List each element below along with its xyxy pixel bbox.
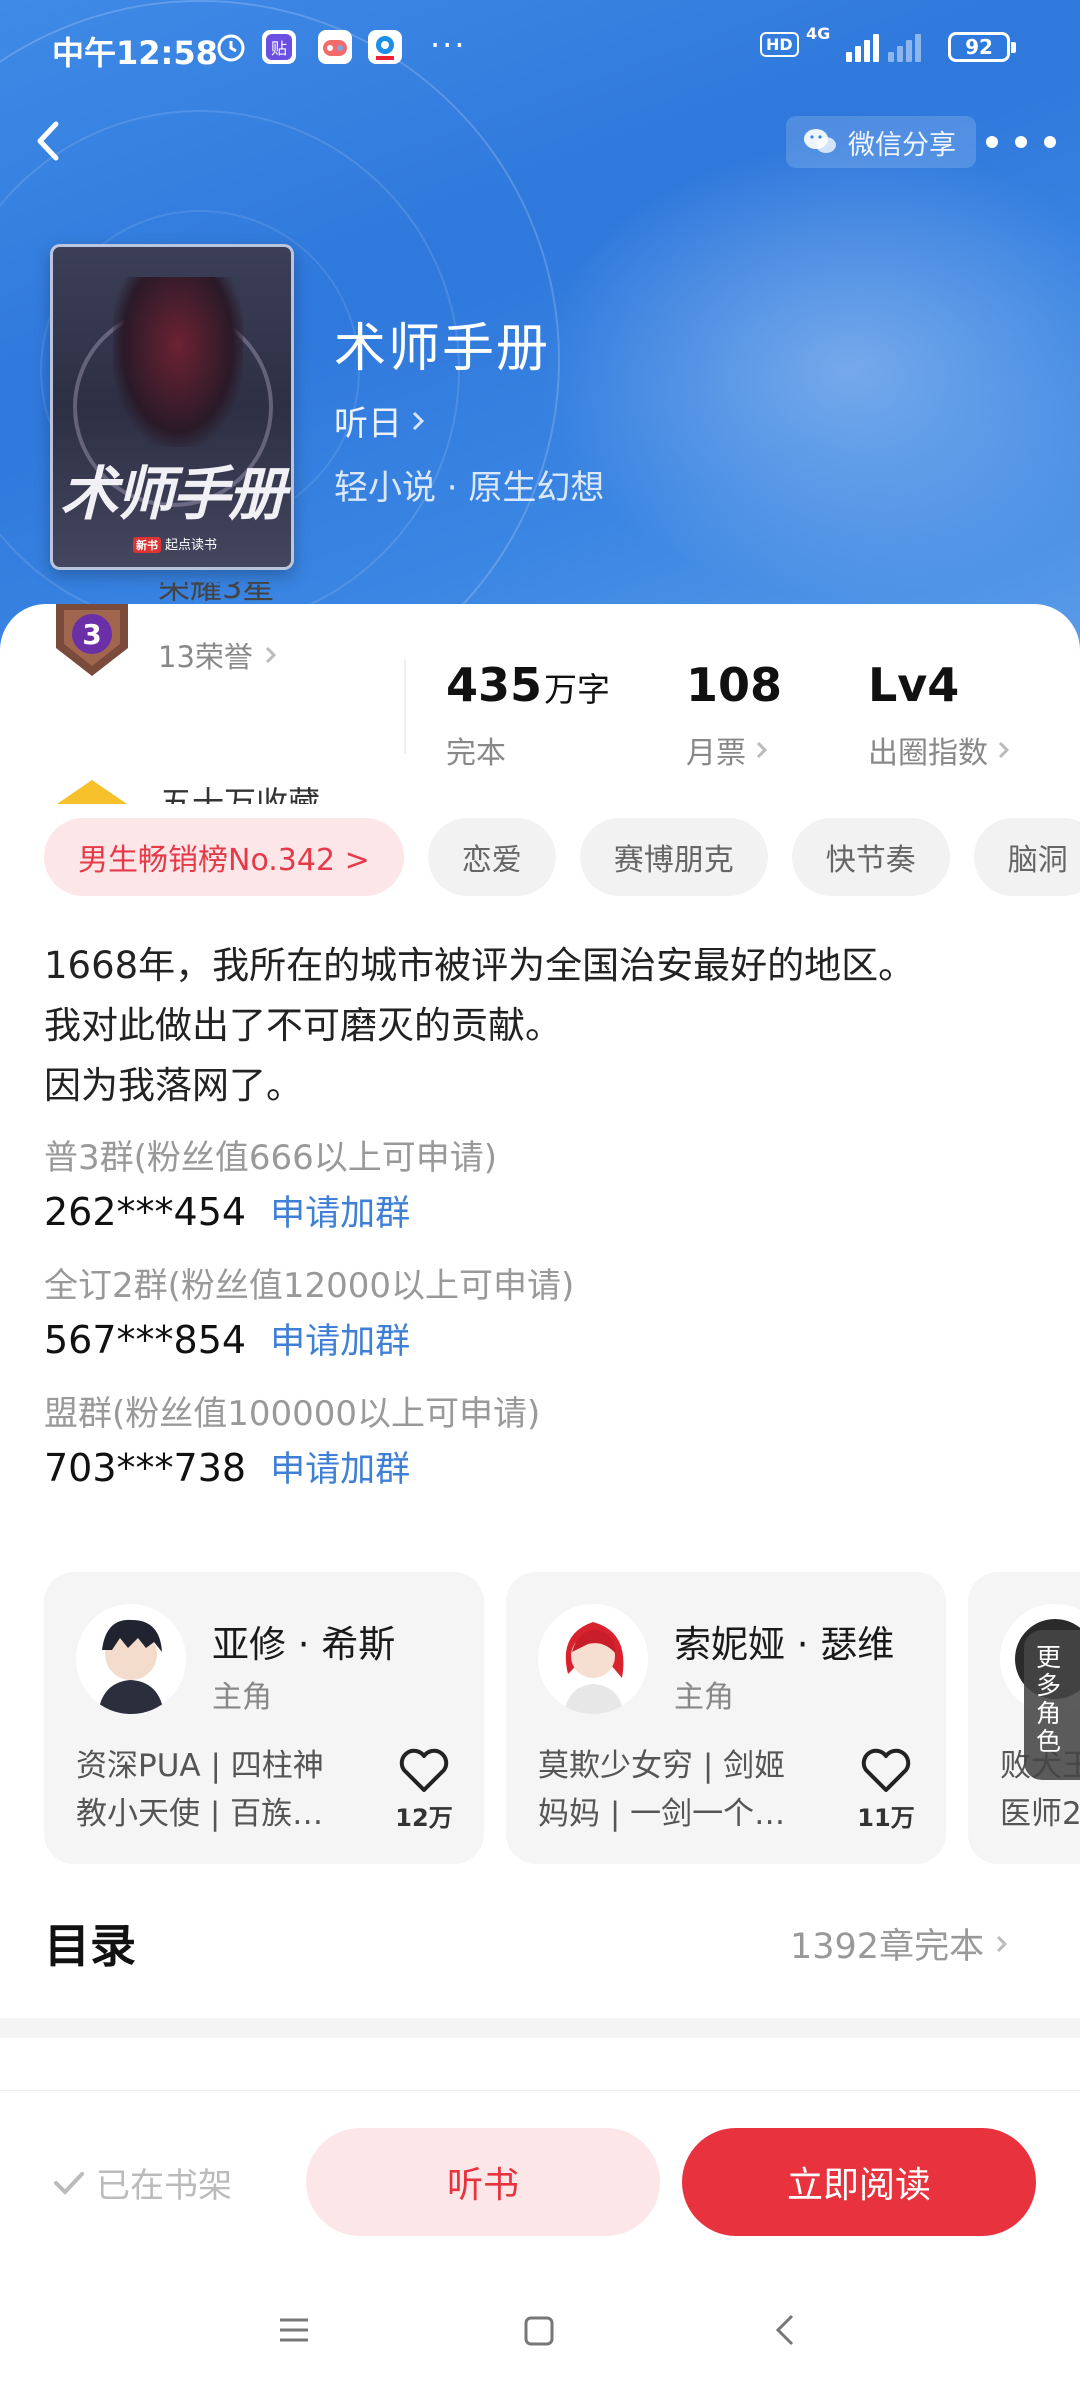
fan-group-3: 盟群(粉丝值100000以上可申请) 703***738 申请加群: [44, 1386, 540, 1492]
qq-notification-icon: [368, 30, 402, 64]
character-likes: 12万: [395, 1804, 453, 1832]
app-notification-icon: 贴: [262, 30, 296, 64]
honor-level: 3: [82, 618, 101, 651]
book-genre: 轻小说 · 原生幻想: [334, 468, 605, 508]
menu-icon[interactable]: [274, 2310, 314, 2350]
more-options-button[interactable]: [986, 120, 1056, 164]
description-line: 因为我落网了。: [44, 1064, 303, 1107]
back-arrow-icon: [37, 121, 59, 161]
signal-2-icon: [888, 34, 924, 62]
apply-join-link[interactable]: 申请加群: [270, 1313, 410, 1364]
apply-join-link[interactable]: 申请加群: [270, 1441, 410, 1492]
book-cover[interactable]: 术师手册 新书 起点读书: [50, 244, 294, 570]
section-separator: [0, 2018, 1080, 2038]
description-line: 1668年，我所在的城市被评为全国治安最好的地区。: [44, 944, 916, 987]
catalog-link[interactable]: 1392章完本: [790, 1918, 1010, 1969]
stat-monthly-tickets[interactable]: 108 月票: [686, 658, 782, 772]
author-link[interactable]: 听日: [334, 396, 428, 445]
system-navigation-bar: [0, 2300, 1080, 2360]
honor-count-link[interactable]: 13荣誉: [158, 634, 279, 676]
chevron-right-icon: [997, 1935, 1008, 1952]
more-dot-icon: [1015, 136, 1027, 148]
cover-title: 术师手册: [59, 460, 286, 528]
favorites-crown-icon: [48, 780, 136, 804]
network-type: 4G: [806, 24, 831, 43]
group-number: 262***454: [44, 1190, 247, 1234]
character-role: 主角: [674, 1680, 734, 1715]
more-roles-button[interactable]: 更多角色: [1024, 1630, 1080, 1780]
tag-cyberpunk[interactable]: 赛博朋克: [579, 818, 768, 896]
group-number: 567***854: [44, 1318, 247, 1362]
back-button[interactable]: [22, 106, 72, 176]
book-description[interactable]: 1668年，我所在的城市被评为全国治安最好的地区。 我对此做出了不可磨灭的贡献。…: [44, 936, 1044, 1116]
character-name: 索妮娅 · 瑟维: [674, 1623, 895, 1666]
tag-rank[interactable]: 男生畅销榜No.342 >: [44, 818, 404, 896]
tag-row: 男生畅销榜No.342 > 恋爱 赛博朋克 快节奏 脑洞: [44, 818, 1080, 898]
catalog-title: 目录: [44, 1919, 136, 1973]
status-time: 中午12:58: [52, 34, 218, 72]
honor-medal-icon: 3: [56, 604, 128, 676]
character-avatar: [76, 1604, 186, 1714]
cover-badge: 新书 起点读书: [133, 534, 217, 553]
group-number: 703***738: [44, 1446, 247, 1490]
signal-icon: [846, 34, 882, 62]
group-label: 盟群(粉丝值100000以上可申请): [44, 1394, 541, 1434]
character-bio: 莫欺少女穷 | 剑姬 妈妈 | 一剑一个…: [538, 1748, 786, 1832]
battery-indicator: 92: [948, 32, 1016, 62]
back-nav-icon[interactable]: [766, 2310, 806, 2350]
wechat-share-button[interactable]: 微信分享: [786, 116, 976, 168]
honor-title: 荣耀3星: [158, 582, 275, 606]
character-bio: 资深PUA | 四柱神 教小天使 | 百族…: [76, 1748, 324, 1832]
chevron-right-icon: [265, 646, 277, 664]
stat-word-count: 435万字 完本: [446, 658, 611, 771]
svg-text:贴: 贴: [271, 39, 287, 58]
tag-fast-paced[interactable]: 快节奏: [791, 818, 950, 896]
tag-brainstorm[interactable]: 脑洞: [973, 818, 1080, 896]
read-now-button[interactable]: 立即阅读: [682, 2128, 1036, 2236]
game-notification-icon: [318, 30, 352, 64]
character-name: 亚修 · 希斯: [212, 1623, 396, 1666]
character-likes: 11万: [857, 1804, 915, 1832]
on-shelf-indicator: 已在书架: [52, 2158, 232, 2207]
status-bar: 中午12:58 贴 ··· HD 4G 92: [0, 0, 1080, 96]
heart-icon[interactable]: [858, 1744, 914, 1796]
hd-icon: HD: [760, 32, 799, 57]
share-label: 微信分享: [848, 129, 956, 161]
fan-group-1: 普3群(粉丝值666以上可申请) 262***454 申请加群: [44, 1130, 497, 1236]
character-card[interactable]: 亚修 · 希斯 主角 资深PUA | 四柱神 教小天使 | 百族… 12万: [44, 1572, 484, 1864]
description-line: 我对此做出了不可磨灭的贡献。: [44, 1004, 562, 1047]
group-label: 普3群(粉丝值666以上可申请): [44, 1138, 498, 1178]
author-name: 听日: [334, 404, 402, 444]
more-dot-icon: [986, 136, 998, 148]
stats-divider: [404, 660, 406, 754]
character-avatar: [538, 1604, 648, 1714]
status-more: ···: [430, 26, 467, 64]
chevron-right-icon: [998, 741, 1010, 759]
alarm-icon: [214, 30, 248, 64]
home-icon[interactable]: [518, 2310, 558, 2350]
favorites-badge: 五十万收藏: [160, 784, 321, 804]
group-label: 全订2群(粉丝值12000以上可申请): [44, 1266, 575, 1306]
heart-icon[interactable]: [396, 1744, 452, 1796]
chevron-right-icon: [412, 411, 425, 430]
character-card[interactable]: 索妮娅 · 瑟维 主角 莫欺少女穷 | 剑姬 妈妈 | 一剑一个… 11万: [506, 1572, 946, 1864]
more-dot-icon: [1044, 136, 1056, 148]
wechat-icon: [804, 129, 836, 153]
stat-popularity-index[interactable]: Lv4 出圈指数: [868, 658, 1012, 772]
character-role: 主角: [212, 1680, 272, 1715]
fan-group-2: 全订2群(粉丝值12000以上可申请) 567***854 申请加群: [44, 1258, 574, 1364]
listen-button[interactable]: 听书: [306, 2128, 660, 2236]
book-title: 术师手册: [334, 319, 551, 379]
chevron-right-icon: [756, 741, 768, 759]
tag-romance[interactable]: 恋爱: [427, 818, 556, 896]
apply-join-link[interactable]: 申请加群: [270, 1185, 410, 1236]
check-icon: [54, 2171, 84, 2195]
